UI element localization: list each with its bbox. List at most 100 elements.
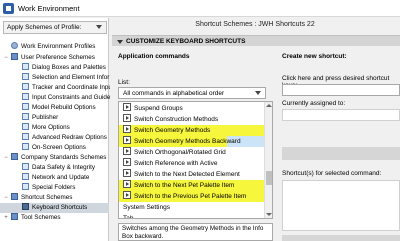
apply-schemes-dropdown[interactable]: Apply Schemes of Profile: <box>3 21 107 34</box>
scroll-up-icon[interactable] <box>266 104 272 107</box>
tree-item-label: Model Rebuild Options <box>32 104 96 111</box>
command-label: Switch Geometry Methods <box>134 127 211 134</box>
command-list-item[interactable]: Switch to the Next Pet Palette Item <box>119 180 265 191</box>
tree-item-tracker-and-coordinate-inpu[interactable]: Tracker and Coordinate Inpu <box>0 83 112 93</box>
left-panel: Apply Schemes of Profile: Work Environme… <box>0 18 112 241</box>
tree-item-model-rebuild-options[interactable]: Model Rebuild Options <box>0 103 109 113</box>
options-icon <box>22 123 29 130</box>
network-icon <box>22 173 29 180</box>
tree-item-keyboard-shortcuts[interactable]: Keyboard Shortcuts <box>0 203 109 213</box>
command-list-item[interactable]: Switch Geometry Methods Backward <box>119 136 265 147</box>
command-description: Switches among the Geometry Methods in t… <box>118 223 273 241</box>
section-title: CUSTOMIZE KEYBOARD SHORTCUTS <box>126 38 246 45</box>
command-icon <box>123 158 131 166</box>
chevron-down-icon <box>255 91 261 95</box>
folder-icon <box>11 153 18 160</box>
command-list-item[interactable]: Switch to the Next Detected Element <box>119 169 265 180</box>
command-list-scrollbar[interactable] <box>264 102 272 218</box>
command-list-item[interactable]: Tab <box>119 213 265 219</box>
profiles-icon <box>11 42 18 49</box>
tree-item-on-screen-options[interactable]: On-Screen Options <box>0 143 109 153</box>
command-list-item[interactable]: Switch to the Previous Pet Palette Item <box>119 191 265 202</box>
command-icon <box>123 180 131 188</box>
command-list-item[interactable]: System Settings <box>119 202 265 213</box>
collapse-icon[interactable]: − <box>3 155 9 161</box>
command-label: Suspend Groups <box>134 105 183 112</box>
tree-item-label: Advanced Redraw Options <box>32 134 107 141</box>
tree-item-selection-and-element-infor[interactable]: Selection and Element Infor <box>0 73 109 83</box>
collapse-icon[interactable]: − <box>3 195 9 201</box>
currently-assigned-value <box>282 109 400 121</box>
tree-item-label: Network and Update <box>32 174 90 181</box>
command-list-item[interactable]: Switch Orthogonal/Rotated Grid <box>119 147 265 158</box>
tree-item-data-safety-integrity[interactable]: Data Safety & Integrity <box>0 163 109 173</box>
command-label: Switch Reference with Active <box>134 160 218 167</box>
create-shortcut-title: Create new shortcut: <box>282 53 347 60</box>
tree-item-network-and-update[interactable]: Network and Update <box>0 173 109 183</box>
command-label: Switch to the Previous Pet Palette Item <box>134 193 247 200</box>
collapse-triangle-icon <box>117 40 123 44</box>
selected-command-shortcuts-list[interactable] <box>282 180 400 231</box>
tree-item-label: Data Safety & Integrity <box>32 164 95 171</box>
command-icon <box>123 103 131 111</box>
folder-icon <box>11 193 18 200</box>
assign-button-bar[interactable] <box>282 147 400 160</box>
command-icon <box>123 136 131 144</box>
window-title: Work Environment <box>18 4 80 13</box>
tree-item-advanced-redraw-options[interactable]: Advanced Redraw Options <box>0 133 109 143</box>
tree-item-label: Tracker and Coordinate Inpu <box>32 84 112 91</box>
rebuild-icon <box>22 103 29 110</box>
command-label: Tab <box>123 215 134 219</box>
tree-item-label: Shortcut Schemes <box>21 194 73 201</box>
command-list-item[interactable]: Switch Reference with Active <box>119 158 265 169</box>
tree-item-user-preference-schemes[interactable]: − User Preference Schemes <box>0 53 109 63</box>
tree-item-label: Work Environment Profiles <box>21 43 96 50</box>
tree-item-shortcut-schemes[interactable]: − Shortcut Schemes <box>0 193 109 203</box>
tree-item-special-folders[interactable]: Special Folders <box>0 183 109 193</box>
command-list[interactable]: Tab System Settings Switch to the Previous… <box>118 101 273 219</box>
shortcut-key-input[interactable] <box>282 84 400 96</box>
tree-item-tool-schemes[interactable]: + Tool Schemes <box>0 213 109 223</box>
right-panel: Shortcut Schemes : JWH Shortcuts 22 CUST… <box>110 18 400 241</box>
folder-icon <box>11 53 18 60</box>
tree-item-label: Tool Schemes <box>21 214 61 221</box>
app-icon <box>3 3 14 14</box>
collapse-icon[interactable]: − <box>3 55 9 61</box>
tree-item-more-options[interactable]: More Options <box>0 123 109 133</box>
tree-item-input-constraints-and-guide[interactable]: Input Constraints and Guide <box>0 93 110 103</box>
command-list-item[interactable]: Switch Construction Methods <box>119 114 265 125</box>
command-label: Switch Orthogonal/Rotated Grid <box>134 149 226 156</box>
constraints-icon <box>22 93 29 100</box>
tree-item-label: User Preference Schemes <box>21 54 95 61</box>
tree-item-label: Publisher <box>32 114 59 121</box>
title-bar: Work Environment <box>0 0 400 17</box>
expand-icon[interactable]: + <box>3 215 9 221</box>
command-list-item[interactable]: Switch Geometry Methods <box>119 125 265 136</box>
scroll-down-icon[interactable] <box>266 213 272 216</box>
list-mode-value: All commands in alphabetical order <box>123 90 225 97</box>
list-mode-select[interactable]: All commands in alphabetical order <box>118 87 266 99</box>
scheme-name-label: Shortcut Schemes : JWH Shortcuts 22 <box>195 21 315 28</box>
section-header[interactable]: CUSTOMIZE KEYBOARD SHORTCUTS <box>112 35 400 46</box>
folder-icon <box>11 213 18 220</box>
scroll-thumb[interactable] <box>266 171 272 185</box>
apply-schemes-label: Apply Schemes of Profile: <box>7 24 82 31</box>
tree-item-publisher[interactable]: Publisher <box>0 113 109 123</box>
tree-item-label: Keyboard Shortcuts <box>32 204 88 211</box>
remove-button-bar[interactable] <box>282 235 400 241</box>
command-icon <box>123 147 131 155</box>
tree-item-work-environment-profiles[interactable]: Work Environment Profiles <box>0 42 109 52</box>
command-list-item[interactable]: Suspend Groups <box>119 103 265 114</box>
tree-item-dialog-boxes-and-palettes[interactable]: Dialog Boxes and Palettes <box>0 63 109 73</box>
command-icon <box>123 169 131 177</box>
command-label: Switch to the Next Detected Element <box>134 171 240 178</box>
tree-item-company-standards-schemes[interactable]: − Company Standards Schemes <box>0 153 109 163</box>
